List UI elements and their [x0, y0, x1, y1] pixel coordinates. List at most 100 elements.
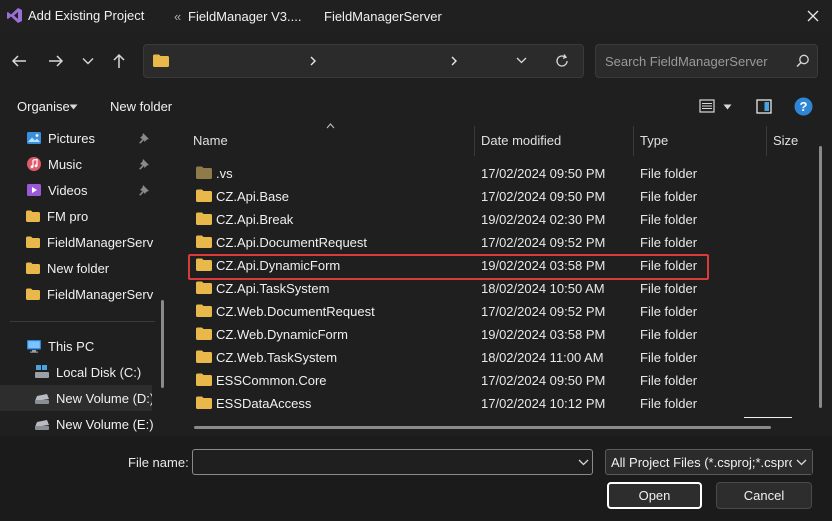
folder-icon [196, 235, 212, 248]
breadcrumb-chevron-icon[interactable] [309, 56, 317, 66]
close-icon [807, 10, 819, 22]
breadcrumb-overflow[interactable]: « [174, 9, 181, 24]
pin-icon[interactable] [138, 158, 150, 170]
scroll-indicator-line [744, 417, 792, 418]
table-row[interactable]: CZ.Web.DocumentRequest 17/02/2024 09:52 P… [186, 300, 776, 323]
navigation-pane[interactable]: Pictures Music Videos FM pro FieldManage… [0, 124, 173, 436]
svg-text:?: ? [800, 99, 808, 114]
search-icon[interactable] [796, 54, 810, 68]
nav-label: FieldManagerServ [47, 286, 154, 302]
nav-label: FieldManagerServ [47, 234, 154, 250]
file-type: File folder [640, 304, 698, 319]
column-header-size[interactable]: Size [773, 133, 798, 148]
table-row[interactable]: ESSCommon.Core 17/02/2024 09:50 PM File fo… [186, 369, 776, 392]
folder-icon [196, 327, 212, 340]
file-date: 18/02/2024 10:50 AM [481, 281, 605, 296]
view-list-icon[interactable] [699, 99, 715, 113]
file-date: 18/02/2024 11:00 AM [481, 350, 604, 365]
column-separator[interactable] [766, 126, 767, 156]
caret-down-icon[interactable] [69, 104, 78, 110]
nav-item-local-disk-c[interactable]: Local Disk (C:) [0, 359, 158, 385]
table-row[interactable]: CZ.Api.TaskSystem 18/02/2024 10:50 AM File… [186, 277, 776, 300]
nav-item-new-volume-e[interactable]: New Volume (E:) [0, 411, 158, 436]
visual-studio-icon [6, 7, 23, 24]
address-dropdown-icon[interactable] [516, 57, 527, 64]
up-button[interactable] [106, 47, 132, 75]
column-header-date[interactable]: Date modified [481, 133, 561, 148]
list-horizontal-scrollbar[interactable] [194, 426, 771, 429]
preview-pane-icon[interactable] [756, 99, 772, 114]
forward-button[interactable] [43, 47, 69, 75]
nav-item-fm-pro[interactable]: FM pro [0, 203, 158, 229]
nav-item-this-pc[interactable]: This PC [0, 333, 158, 359]
folder-icon [26, 262, 40, 274]
nav-item-fieldmanagerserv-2[interactable]: FieldManagerServ [0, 281, 158, 307]
folder-icon [196, 373, 212, 386]
folder-icon [196, 304, 212, 317]
table-row[interactable]: .vs 17/02/2024 09:50 PM File folder [186, 162, 776, 185]
column-header-name[interactable]: Name [193, 133, 228, 148]
file-name: CZ.Web.TaskSystem [216, 350, 338, 365]
table-row[interactable]: ESSDataAccess 17/02/2024 10:12 PM File fol… [186, 392, 776, 415]
help-icon[interactable]: ? [794, 97, 813, 116]
nav-item-fieldmanagerserv[interactable]: FieldManagerServ [0, 229, 158, 255]
file-date: 19/02/2024 03:58 PM [481, 327, 606, 342]
file-type-value: All Project Files (*.csproj;*.csproj [611, 455, 799, 470]
new-folder-button[interactable]: New folder [110, 99, 172, 114]
nav-divider [10, 321, 155, 322]
file-name-label: File name: [128, 455, 189, 470]
breadcrumb-chevron-icon[interactable] [450, 56, 458, 66]
organise-button[interactable]: Organise [17, 99, 70, 114]
file-name: CZ.Web.DocumentRequest [216, 304, 375, 319]
breadcrumb-fieldmanager[interactable]: FieldManager V3.... [188, 9, 301, 24]
file-name-dropdown-icon[interactable] [578, 459, 589, 466]
column-separator[interactable] [474, 126, 475, 156]
search-input[interactable]: Search FieldManagerServer [605, 54, 768, 69]
nav-item-new-volume-d[interactable]: New Volume (D:) [0, 385, 152, 411]
organise-label: Organise [17, 99, 70, 114]
file-type: File folder [640, 166, 698, 181]
refresh-icon[interactable] [555, 54, 569, 68]
nav-item-new-folder[interactable]: New folder [0, 255, 158, 281]
breadcrumb-fieldmanagerserver[interactable]: FieldManagerServer [324, 9, 442, 24]
file-date: 17/02/2024 09:50 PM [481, 189, 606, 204]
file-type: File folder [640, 350, 698, 365]
pin-icon[interactable] [138, 132, 150, 144]
list-vertical-scrollbar[interactable] [819, 146, 822, 408]
pin-icon[interactable] [138, 184, 150, 196]
table-row[interactable]: CZ.Web.DynamicForm 19/02/2024 03:58 PM Fil… [186, 323, 776, 346]
recent-locations-button[interactable] [75, 47, 101, 75]
file-name: CZ.Web.DynamicForm [216, 327, 348, 342]
close-button[interactable] [800, 4, 826, 28]
file-name: .vs [216, 166, 233, 181]
column-header-type[interactable]: Type [640, 133, 668, 148]
arrow-up-icon [113, 53, 125, 68]
file-type: File folder [640, 212, 698, 227]
nav-label: This PC [48, 338, 95, 354]
view-options-caret-icon[interactable] [723, 104, 732, 110]
table-row[interactable]: CZ.Api.Break 19/02/2024 02:30 PM File fold… [186, 208, 776, 231]
nav-label: Local Disk (C:) [56, 364, 142, 380]
chevron-down-icon[interactable] [796, 459, 807, 466]
file-name: CZ.Api.Base [216, 189, 289, 204]
folder-icon [26, 210, 40, 222]
nav-label: FM pro [47, 208, 89, 224]
nav-item-videos[interactable]: Videos [0, 177, 158, 203]
column-separator[interactable] [633, 126, 634, 156]
nav-item-music[interactable]: Music [0, 151, 158, 177]
file-type-select[interactable]: All Project Files (*.csproj;*.csproj [605, 449, 813, 475]
table-row[interactable]: CZ.Web.TaskSystem 18/02/2024 11:00 AM File… [186, 346, 776, 369]
table-row[interactable]: CZ.Api.Base 17/02/2024 09:50 PM File folde… [186, 185, 776, 208]
back-button[interactable] [6, 47, 32, 75]
cancel-button[interactable]: Cancel [716, 482, 812, 509]
search-box[interactable]: Search FieldManagerServer [595, 44, 818, 78]
table-row[interactable]: CZ.Api.DocumentRequest 17/02/2024 09:52 P… [186, 231, 776, 254]
highlight-annotation [188, 254, 709, 280]
file-type: File folder [640, 189, 698, 204]
window-title: Add Existing Project [28, 8, 145, 23]
nav-scrollbar-thumb[interactable] [161, 300, 164, 388]
nav-item-pictures[interactable]: Pictures [0, 125, 158, 151]
open-button[interactable]: Open [607, 482, 702, 509]
windows-drive-icon [35, 365, 49, 378]
file-name-input[interactable] [192, 449, 593, 475]
